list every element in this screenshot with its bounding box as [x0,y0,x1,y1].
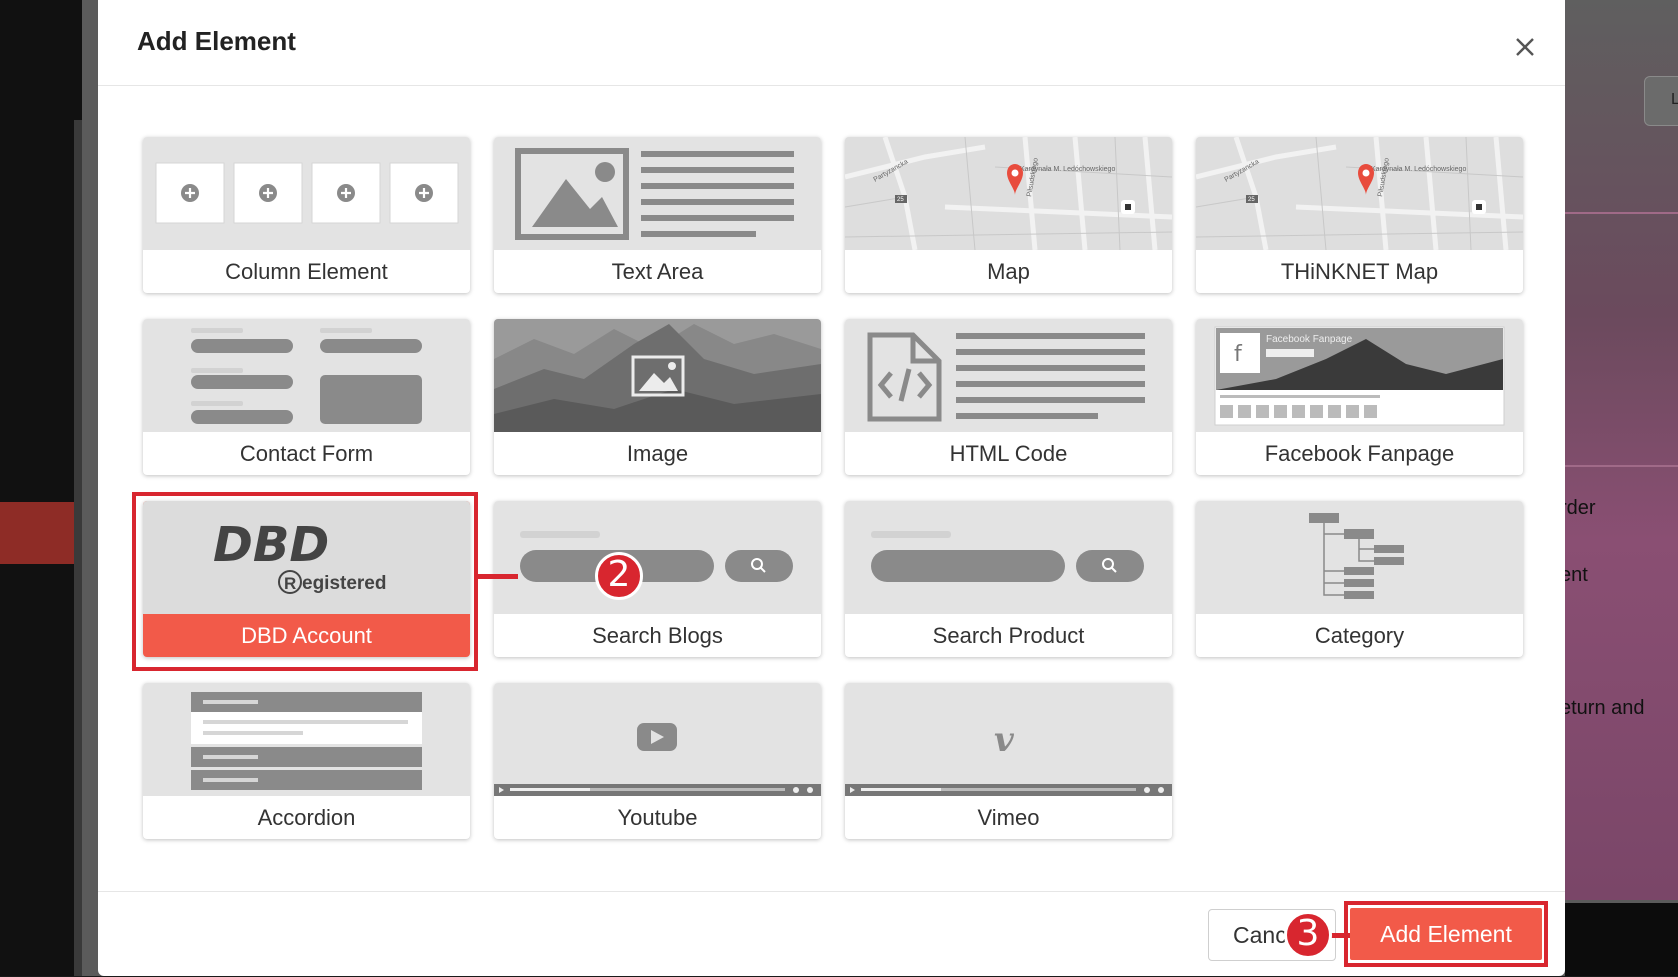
background-divider [1565,212,1678,214]
facebook-fanpage-thumb: f Facebook Fanpage [1196,319,1523,432]
card-map[interactable]: 25 Kardynała M. Ledóchowskiego Partyzanc… [845,137,1172,293]
thinknet-map-thumb: 25 Kardynała M. Ledóchowskiego Partyzanc… [1196,137,1523,250]
modal-header: Add Element [98,0,1565,86]
card-text-area[interactable]: Text Area [494,137,821,293]
card-column-element[interactable]: Column Element [143,137,470,293]
card-label: Text Area [611,259,704,284]
background-text: rder [1560,497,1596,519]
card-html-code[interactable]: HTML Code [845,319,1172,475]
card-label: Search Product [932,623,1085,648]
modal-title: Add Element [137,26,296,56]
text-area-thumb [494,137,821,250]
card-label: Image [626,441,689,466]
facebook-icon: f [1234,342,1243,367]
add-element-button[interactable]: Add Element [1350,908,1542,960]
search-product-thumb [845,501,1172,614]
vimeo-thumb: v [845,683,1172,796]
card-accordion[interactable]: Accordion [143,683,470,839]
card-vimeo[interactable]: v Vimeo [845,683,1172,839]
card-label: HTML Code [949,441,1068,466]
background-divider [1565,465,1678,467]
youtube-thumb [494,683,821,796]
card-facebook-fanpage[interactable]: f Facebook Fanpage Facebook Fanpage [1196,319,1523,475]
card-search-blogs[interactable]: Search Blogs [494,501,821,657]
step-3-callout: 3 [1284,911,1332,959]
card-category[interactable]: Category [1196,501,1523,657]
step-2-callout: 2 [595,552,643,600]
contact-form-thumb [143,319,470,432]
column-element-thumb [143,137,470,250]
card-label: THiNKNET Map [1280,259,1439,284]
map-thumb: 25 Kardynała M. Ledóchowskiego Partyzanc… [845,137,1172,250]
add-element-modal: Add Element Column Element Text Area 25 … [98,0,1565,976]
card-label: Search Blogs [592,623,723,648]
card-thinknet-map[interactable]: 25 Kardynała M. Ledóchowskiego Partyzanc… [1196,137,1523,293]
card-label: Facebook Fanpage [1264,441,1455,466]
card-label: Youtube [617,805,698,830]
modal-footer: Cancel 3 Add Element [98,891,1565,977]
card-search-product[interactable]: Search Product [845,501,1172,657]
background-text: eturn and [1560,697,1645,719]
callout-connector [478,574,518,579]
card-label: Accordion [257,805,356,830]
vimeo-icon: v [994,720,1015,760]
background-left-panel [0,0,82,976]
image-thumb [494,319,821,432]
html-code-thumb [845,319,1172,432]
card-label: Contact Form [239,441,374,466]
close-button[interactable] [1508,30,1542,64]
category-thumb [1196,501,1523,614]
accordion-thumb [143,683,470,796]
background-left-bar [74,120,82,976]
background-left-highlight [0,502,74,564]
fanpage-caption: Facebook Fanpage [1266,334,1353,345]
card-label: Column Element [225,259,388,284]
background-right-panel [1565,0,1678,900]
close-icon [1516,38,1534,56]
selection-highlight [132,492,478,671]
card-image[interactable]: Image [494,319,821,475]
background-bottom [1565,903,1678,976]
card-label: Category [1314,623,1405,648]
map-label: 25 [1248,197,1255,203]
card-label: Vimeo [977,805,1040,830]
card-youtube[interactable]: Youtube [494,683,821,839]
card-contact-form[interactable]: Contact Form [143,319,470,475]
map-label: 25 [897,197,904,203]
search-blogs-thumb [494,501,821,614]
background-right-button: L [1644,76,1678,126]
card-label: Map [987,259,1030,284]
